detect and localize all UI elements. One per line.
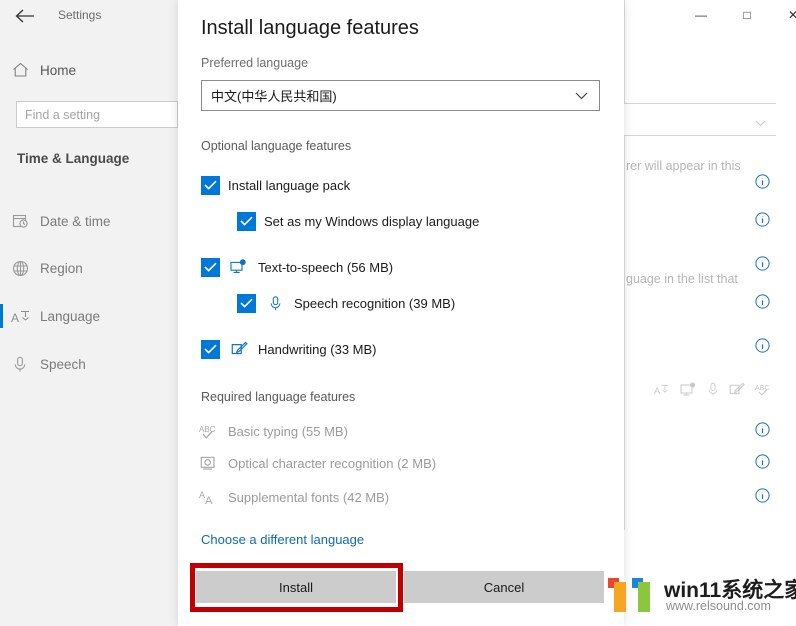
info-icon[interactable] (755, 294, 770, 309)
watermark-logo-icon (608, 578, 650, 612)
option-label: Install language pack (228, 177, 351, 193)
install-language-features-dialog: Install language features Preferred lang… (178, 0, 770, 626)
back-arrow-icon[interactable] (12, 4, 38, 28)
home-icon (0, 62, 40, 78)
sidebar-item-language-label: Language (40, 308, 101, 324)
microphone-icon (0, 356, 40, 373)
option-label: Set as my Windows display language (264, 213, 480, 229)
text-to-speech-icon (680, 382, 697, 402)
selection-indicator (0, 304, 3, 328)
watermark: win11系统之家 www.relsound.com (606, 568, 796, 620)
info-icon[interactable] (755, 174, 770, 189)
checkbox-checked[interactable] (201, 339, 220, 359)
preferred-language-label: Preferred language (201, 56, 309, 70)
ocr-icon (198, 455, 220, 471)
svg-text:A: A (11, 311, 19, 325)
language-a-icon: A (654, 382, 670, 402)
close-icon: ✕ (787, 8, 796, 22)
required-basic-typing: ABC Basic typing (55 MB) (198, 418, 348, 444)
basic-typing-icon: ABC (198, 423, 220, 440)
background-feature-icons: A ABC (654, 381, 794, 403)
required-features-group-label: Required language features (201, 390, 356, 404)
sidebar-item-speech-label: Speech (40, 356, 86, 372)
search-input[interactable] (17, 102, 177, 127)
checkbox-checked[interactable] (237, 293, 256, 313)
sidebar-item-date-time-label: Date & time (40, 213, 111, 229)
maximize-button[interactable]: □ (724, 0, 770, 30)
background-paragraph-1: rer will appear in this (626, 159, 741, 173)
calendar-clock-icon (0, 213, 40, 229)
sidebar-item-speech[interactable]: Speech (0, 346, 178, 382)
option-label: Text-to-speech (56 MB) (258, 259, 394, 275)
preferred-language-value: 中文(中华人民共和国) (211, 89, 337, 104)
sidebar-item-home-label: Home (40, 62, 77, 78)
background-dropdown[interactable] (624, 103, 776, 136)
svg-text:A: A (654, 386, 661, 396)
required-label: Basic typing (55 MB) (228, 423, 348, 439)
settings-sidebar: Settings Home Time & Language (0, 0, 178, 626)
checkbox-checked[interactable] (201, 257, 220, 277)
svg-text:ABC: ABC (199, 425, 216, 434)
sidebar-item-region[interactable]: Region (0, 250, 178, 286)
content-divider (624, 0, 625, 530)
required-label: Supplemental fonts (42 MB) (228, 489, 390, 505)
optional-features-group-label: Optional language features (201, 139, 352, 153)
sidebar-item-region-label: Region (40, 260, 83, 276)
option-install-language-pack[interactable]: Install language pack (201, 172, 350, 198)
handwriting-icon (228, 341, 250, 357)
option-speech-recognition[interactable]: Speech recognition (39 MB) (237, 290, 455, 316)
preferred-language-dropdown[interactable]: 中文(中华人民共和国) (201, 80, 600, 111)
chevron-down-icon (575, 87, 588, 105)
required-ocr: Optical character recognition (2 MB) (198, 450, 436, 476)
required-label: Optical character recognition (2 MB) (228, 455, 437, 471)
search-box[interactable] (16, 101, 178, 128)
screen-root: Settings Home Time & Language (0, 0, 796, 626)
handwriting-icon (729, 382, 745, 402)
choose-different-language-link[interactable]: Choose a different language (201, 532, 364, 547)
sidebar-item-date-time[interactable]: Date & time (0, 203, 178, 239)
fonts-icon: A A (198, 489, 220, 506)
option-text-to-speech[interactable]: Text-to-speech (56 MB) (201, 254, 393, 280)
option-handwriting[interactable]: Handwriting (33 MB) (201, 336, 377, 362)
option-set-display-language[interactable]: Set as my Windows display language (237, 208, 479, 234)
sidebar-item-language[interactable]: A Language (0, 298, 178, 334)
app-title: Settings (58, 8, 102, 22)
checkbox-checked[interactable] (201, 175, 220, 195)
option-label: Speech recognition (39 MB) (294, 295, 456, 311)
required-supplemental-fonts: A A Supplemental fonts (42 MB) (198, 484, 389, 510)
basic-typing-icon: ABC (755, 382, 773, 402)
maximize-icon: □ (743, 8, 751, 22)
info-icon[interactable] (755, 422, 770, 437)
info-icon[interactable] (755, 256, 770, 271)
sidebar-titlebar: Settings (0, 0, 178, 30)
info-icon[interactable] (755, 212, 770, 227)
info-icon[interactable] (755, 488, 770, 503)
checkbox-checked[interactable] (237, 211, 256, 231)
sidebar-category-heading: Time & Language (17, 151, 130, 166)
globe-icon (0, 260, 40, 277)
install-button[interactable]: Install (196, 571, 396, 603)
background-paragraph-2: guage in the list that (626, 272, 738, 286)
minimize-icon: — (695, 8, 707, 22)
microphone-icon (707, 382, 719, 402)
watermark-url: www.relsound.com (666, 599, 771, 613)
text-to-speech-icon (228, 259, 250, 275)
sidebar-item-home[interactable]: Home (0, 55, 178, 85)
microphone-icon (264, 295, 286, 312)
chevron-down-icon (755, 114, 766, 132)
info-icon[interactable] (755, 454, 770, 469)
cancel-button[interactable]: Cancel (404, 571, 604, 603)
dialog-title: Install language features (201, 17, 419, 39)
close-button[interactable]: ✕ (770, 0, 796, 30)
settings-background-content: — □ ✕ rer will appear in this guage in t… (624, 0, 796, 626)
info-icon[interactable] (755, 338, 770, 353)
svg-text:A: A (205, 495, 213, 506)
minimize-button[interactable]: — (678, 0, 724, 30)
svg-text:ABC: ABC (755, 385, 769, 392)
language-a-icon: A (0, 308, 40, 325)
option-label: Handwriting (33 MB) (258, 341, 377, 357)
